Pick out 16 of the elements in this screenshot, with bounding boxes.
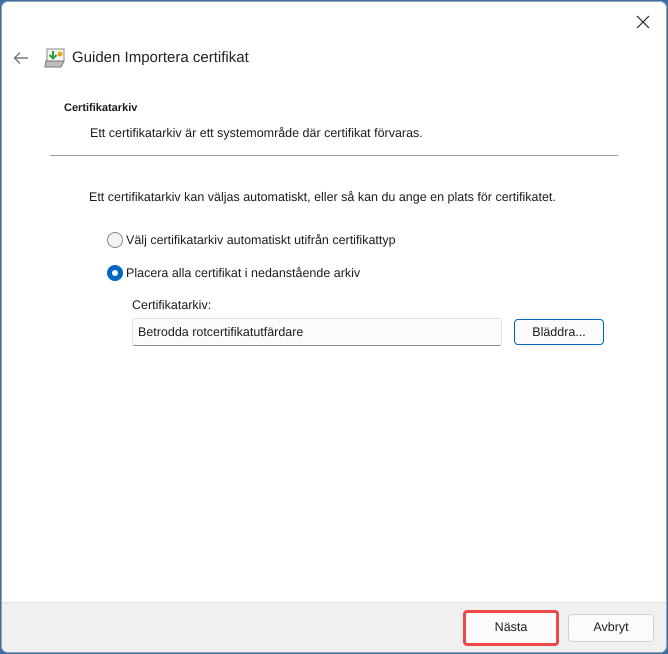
store-label: Certifikatarkiv: (132, 296, 212, 314)
radio-button[interactable] (107, 232, 123, 248)
certificate-wizard-icon (44, 48, 66, 68)
footer-button[interactable]: Nästa (463, 610, 559, 646)
window-title: Guiden Importera certifikat (72, 48, 249, 68)
section-description: Ett certifikatarkiv är ett systemområde där certifikat förvaras. (89, 124, 424, 142)
radio-option[interactable]: Placera alla certifikat i nedanstående arkiv (107, 264, 360, 282)
footer-button[interactable]: Avbryt (568, 614, 654, 642)
back-arrow-icon (13, 51, 29, 65)
store-field[interactable]: Betrodda rotcertifikatutfärdare (132, 318, 502, 346)
browse-button[interactable]: Bläddra... (514, 319, 604, 346)
intro-text: Ett certifikatarkiv kan väljas automatiskt, eller så kan du ange en plats för certifikatet. (89, 189, 557, 206)
radio-button[interactable] (107, 265, 123, 282)
radio-option[interactable]: Välj certifikatarkiv automatiskt utifrån certifikattyp (107, 231, 396, 250)
close-icon (636, 15, 650, 29)
section-heading: Certifikatarkiv (64, 101, 138, 116)
